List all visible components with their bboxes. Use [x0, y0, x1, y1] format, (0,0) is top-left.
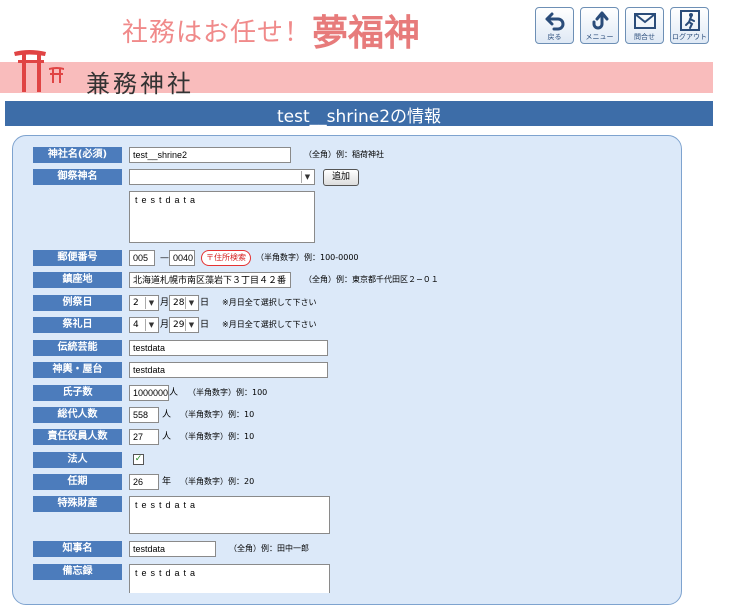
shrine-name-label: 神社名(必須) [33, 147, 122, 163]
officers-note: （半角数字）例：10 [180, 432, 255, 441]
memo-textarea[interactable]: testdata [129, 564, 330, 593]
governor-label: 知事名 [33, 541, 122, 557]
slogan-text: 社務はお任せ！ [122, 18, 312, 48]
memo-label: 備忘録 [33, 564, 122, 580]
representatives-label: 総代人数 [33, 407, 122, 423]
menu-button[interactable]: メニュー [580, 7, 619, 44]
regular-festival-day-value: 28 [173, 298, 185, 308]
month-unit: 月 [160, 320, 170, 330]
officers-input[interactable]: 27 [129, 429, 159, 445]
chevron-down-icon: ▼ [145, 297, 157, 309]
regular-festival-note: ※月日全て選択して下さい [222, 298, 317, 307]
back-arrow-icon [545, 12, 565, 31]
postal-code-second-input[interactable]: 0040 [169, 250, 195, 266]
deity-textarea[interactable]: testdata [129, 191, 315, 243]
officers-unit: 人 [162, 432, 172, 442]
envelope-icon [634, 13, 656, 29]
festival-note: ※月日全て選択して下さい [222, 320, 317, 329]
regular-festival-label: 例祭日 [33, 295, 122, 311]
representatives-note: （半角数字）例：10 [180, 410, 255, 419]
address-note: （全角）例：東京都千代田区２−０１ [304, 275, 439, 284]
back-button[interactable]: 戻る [535, 7, 574, 44]
page-title: test__shrine2の情報 [276, 107, 442, 127]
address-label: 鎮座地 [33, 272, 122, 288]
postal-note: （半角数字）例：100-0000 [256, 253, 359, 262]
mikoshi-input[interactable]: testdata [129, 362, 328, 378]
special-property-label: 特殊財産 [33, 496, 122, 512]
representatives-unit: 人 [162, 410, 172, 420]
month-unit: 月 [160, 298, 170, 308]
term-note: （半角数字）例：20 [180, 477, 255, 486]
regular-festival-month-select[interactable]: 2 ▼ [129, 295, 159, 311]
deity-select[interactable]: ▼ [129, 169, 315, 185]
logout-button-label: ログアウト [672, 33, 707, 41]
menu-button-label: メニュー [585, 33, 614, 41]
special-property-textarea[interactable]: testdata [129, 496, 330, 534]
corporation-checkbox[interactable]: ✓ [133, 454, 144, 465]
shrine-name-note: （全角）例：稲荷神社 [304, 150, 384, 159]
term-input[interactable]: 26 [129, 474, 159, 490]
contact-button[interactable]: 問合せ [625, 7, 664, 44]
regular-festival-day-select[interactable]: 28 ▼ [169, 295, 199, 311]
chevron-down-icon: ▼ [145, 319, 157, 331]
day-unit: 日 [200, 298, 210, 308]
corporation-label: 法人 [33, 452, 122, 468]
back-button-label: 戻る [547, 33, 562, 41]
festival-day-value: 29 [173, 320, 185, 330]
regular-festival-month-value: 2 [133, 298, 139, 308]
governor-note: （全角）例：田中一郎 [229, 544, 309, 553]
governor-input[interactable]: testdata [129, 541, 216, 557]
postal-label: 郵便番号 [33, 250, 122, 266]
parishioners-note: （半角数字）例：100 [188, 388, 268, 397]
shrine-name: 兼務神社 [86, 70, 194, 98]
festival-month-value: 4 [133, 320, 139, 330]
menu-arrow-icon [592, 11, 609, 30]
mikoshi-label: 神輿・屋台 [33, 362, 122, 378]
representatives-input[interactable]: 558 [129, 407, 159, 423]
term-unit: 年 [162, 477, 172, 487]
parishioners-unit: 人 [169, 388, 179, 398]
chevron-down-icon: ▼ [301, 171, 313, 183]
term-label: 任期 [33, 474, 122, 490]
festival-day-select[interactable]: 29 ▼ [169, 317, 199, 333]
exit-icon [680, 10, 700, 31]
address-search-button[interactable]: 〒住所検索 [201, 250, 251, 266]
deity-label: 御祭神名 [33, 169, 122, 185]
chevron-down-icon: ▼ [185, 319, 197, 331]
brand-logo-text: 夢福神 [312, 12, 421, 54]
torii-icon [14, 50, 64, 92]
chevron-down-icon: ▼ [185, 297, 197, 309]
festival-month-select[interactable]: 4 ▼ [129, 317, 159, 333]
contact-button-label: 問合せ [634, 33, 655, 41]
traditional-arts-input[interactable]: testdata [129, 340, 328, 356]
add-deity-button[interactable]: 追加 [323, 169, 359, 186]
parishioners-label: 氏子数 [33, 385, 122, 401]
postal-separator: — [160, 253, 169, 263]
postal-code-first-input[interactable]: 005 [129, 250, 155, 266]
address-input[interactable]: 北海道札幌市南区藻岩下３丁目４２番 [129, 272, 291, 288]
traditional-arts-label: 伝統芸能 [33, 340, 122, 356]
logout-button[interactable]: ログアウト [670, 7, 709, 44]
festival-label: 祭礼日 [33, 317, 122, 333]
parishioners-input[interactable]: 1000000 [129, 385, 169, 401]
officers-label: 責任役員人数 [33, 429, 122, 445]
shrine-name-input[interactable]: test__shrine2 [129, 147, 291, 163]
day-unit: 日 [200, 320, 210, 330]
